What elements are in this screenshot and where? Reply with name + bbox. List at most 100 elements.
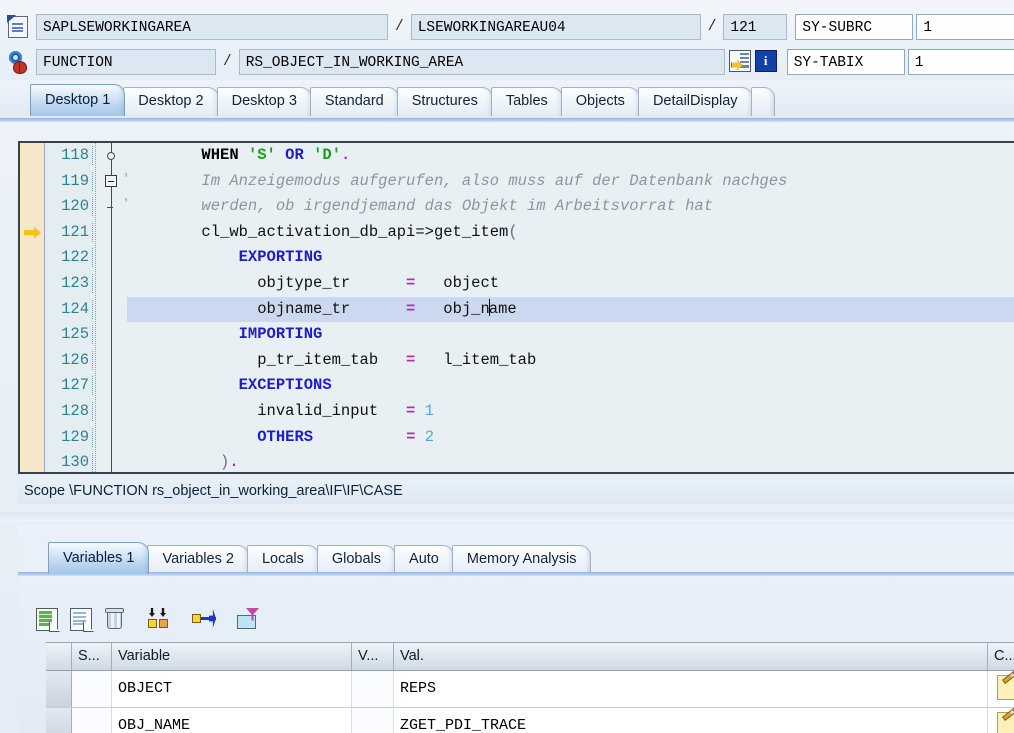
desktop-tab-objects[interactable]: Objects xyxy=(560,87,640,116)
desktop-tab-overflow[interactable] xyxy=(750,87,775,116)
variables-toolbar xyxy=(28,604,1014,638)
breakpoint-cell-118[interactable] xyxy=(20,143,44,169)
fold-cell-128[interactable] xyxy=(96,399,128,425)
breakpoint-cell-127[interactable] xyxy=(20,373,44,399)
breakpoint-cell-121[interactable] xyxy=(20,220,44,246)
cell-select[interactable] xyxy=(46,671,72,707)
variables-tab-memory-analysis[interactable]: Memory Analysis xyxy=(451,545,592,574)
desktop-tab-desktop-2[interactable]: Desktop 2 xyxy=(123,87,219,116)
panel-divider[interactable] xyxy=(0,512,1014,522)
code-line-text: WHEN 'S' OR 'D'. xyxy=(127,146,350,164)
block-start-icon[interactable] xyxy=(107,151,115,160)
code-line-127[interactable]: EXCEPTIONS xyxy=(127,373,1014,399)
information-icon[interactable]: i xyxy=(754,50,777,74)
program-name-field[interactable]: SAPLSEWORKINGAREA xyxy=(36,14,388,40)
breakpoint-cell-124[interactable] xyxy=(20,297,44,323)
column-header-v[interactable]: V... xyxy=(352,643,394,670)
line-number-separator xyxy=(92,197,93,217)
fold-cell-127[interactable] xyxy=(96,373,128,399)
variables-tab-variables-2[interactable]: Variables 2 xyxy=(147,545,249,574)
breakpoint-cell-120[interactable] xyxy=(20,194,44,220)
fold-cell-122[interactable] xyxy=(96,245,128,271)
breakpoint-cell-130[interactable] xyxy=(20,450,44,472)
desktop-tab-detaildisplay[interactable]: DetailDisplay xyxy=(637,87,753,116)
code-token: ame xyxy=(488,299,517,318)
fold-cell-125[interactable] xyxy=(96,322,128,348)
tabstrip-underline xyxy=(0,118,1014,122)
column-header-select[interactable] xyxy=(46,643,72,670)
code-line-129[interactable]: OTHERS = 2 xyxy=(127,425,1014,451)
copy-entry-icon[interactable] xyxy=(70,608,96,634)
breakpoint-cell-123[interactable] xyxy=(20,271,44,297)
information-glyph: i xyxy=(754,50,777,72)
desktop-tab-structures[interactable]: Structures xyxy=(396,87,493,116)
object-type-field[interactable]: FUNCTION xyxy=(36,49,216,75)
code-token: EXPORTING xyxy=(238,248,323,267)
code-line-119[interactable]: Im Anzeigemodus aufgerufen, also muss au… xyxy=(127,169,1014,195)
variables-tab-list: Variables 1 Variables 2 Locals Globals Auto M… xyxy=(48,542,592,574)
include-name-field[interactable]: LSEWORKINGAREAU04 xyxy=(410,14,701,40)
breakpoint-cell-128[interactable] xyxy=(20,399,44,425)
desktop-tab-standard[interactable]: Standard xyxy=(309,87,399,116)
table-row[interactable]: OBJ_NAMEZGET_PDI_TRACES xyxy=(46,708,1014,733)
column-header-val[interactable]: Val. xyxy=(394,643,988,670)
desktop-tab-desktop-1[interactable]: Desktop 1 xyxy=(30,84,126,116)
delete-entry-icon[interactable] xyxy=(104,608,130,634)
fold-cell-121[interactable] xyxy=(96,219,128,246)
edit-pencil-icon[interactable] xyxy=(996,675,1014,700)
breakpoint-gutter[interactable] xyxy=(20,143,45,472)
fold-cell-118[interactable] xyxy=(96,143,128,169)
variables-tab-locals[interactable]: Locals xyxy=(246,545,319,574)
column-header-s[interactable]: S... xyxy=(72,643,112,670)
sy-tabix-value[interactable]: 1 xyxy=(907,49,1014,75)
code-text-area[interactable]: WHEN 'S' OR 'D'. Im Anzeigemodus aufgeru… xyxy=(127,143,1014,472)
new-entry-icon[interactable] xyxy=(36,608,62,634)
table-row[interactable]: OBJECTREPSS xyxy=(46,671,1014,708)
expand-node-icon[interactable] xyxy=(192,608,218,634)
breakpoint-cell-119[interactable] xyxy=(20,169,44,195)
edit-pencil-icon[interactable] xyxy=(996,712,1014,733)
code-fold-gutter[interactable]: ** xyxy=(95,143,131,472)
code-line-124[interactable]: objname_tr = obj_name xyxy=(127,296,1014,323)
line-number-separator xyxy=(92,274,93,293)
breakpoint-cell-126[interactable] xyxy=(20,348,44,374)
code-line-130[interactable]: ). xyxy=(127,450,1014,472)
code-line-128[interactable]: invalid_input = 1 xyxy=(127,399,1014,425)
desktop-tab-tables[interactable]: Tables xyxy=(490,87,563,116)
cell-select[interactable] xyxy=(46,708,72,733)
current-line-field[interactable]: 121 xyxy=(723,14,788,40)
column-header-variable[interactable]: Variable xyxy=(112,643,352,670)
code-line-120[interactable]: werden, ob irgendjemand das Objekt im Ar… xyxy=(127,194,1014,220)
filter-icon[interactable] xyxy=(236,608,262,634)
function-module-name-field[interactable]: RS_OBJECT_IN_WORKING_AREA xyxy=(238,49,725,75)
fold-cell-119[interactable]: * xyxy=(96,168,131,195)
fold-cell-123[interactable] xyxy=(96,271,128,297)
set-cursor-icon[interactable] xyxy=(728,50,751,74)
breakpoint-cell-129[interactable] xyxy=(20,425,44,451)
code-token: EXCEPTIONS xyxy=(238,376,332,395)
source-code-viewer[interactable]: 118 119 120 121 122 123 124 125 126 127 128 129 130 … xyxy=(18,141,1014,474)
sy-subrc-value[interactable]: 1 xyxy=(916,14,1014,40)
code-line-123[interactable]: objtype_tr = object xyxy=(127,271,1014,297)
fold-cell-124[interactable] xyxy=(96,296,128,323)
edit-value-button[interactable] xyxy=(988,671,1014,707)
code-line-122[interactable]: EXPORTING xyxy=(127,245,1014,271)
code-line-121[interactable]: cl_wb_activation_db_api=>get_item( xyxy=(127,220,1014,246)
collapse-block-icon[interactable] xyxy=(105,175,117,188)
column-header-c[interactable]: C... xyxy=(988,643,1014,670)
breakpoint-cell-125[interactable] xyxy=(20,322,44,348)
breakpoint-cell-122[interactable] xyxy=(20,245,44,271)
variables-tab-auto[interactable]: Auto xyxy=(394,545,454,574)
variables-tab-globals[interactable]: Globals xyxy=(316,545,397,574)
fold-cell-130[interactable] xyxy=(96,450,128,472)
fill-down-icon[interactable] xyxy=(148,608,174,634)
fold-cell-126[interactable] xyxy=(96,347,128,374)
edit-value-button[interactable] xyxy=(988,708,1014,733)
code-line-125[interactable]: IMPORTING xyxy=(127,322,1014,348)
desktop-tab-desktop-3[interactable]: Desktop 3 xyxy=(216,87,312,116)
variables-tab-variables-1[interactable]: Variables 1 xyxy=(48,542,150,574)
code-line-118[interactable]: WHEN 'S' OR 'D'. xyxy=(127,143,1014,169)
code-line-126[interactable]: p_tr_item_tab = l_item_tab xyxy=(127,348,1014,374)
fold-cell-120[interactable]: * xyxy=(96,194,131,220)
fold-cell-129[interactable] xyxy=(96,424,128,451)
